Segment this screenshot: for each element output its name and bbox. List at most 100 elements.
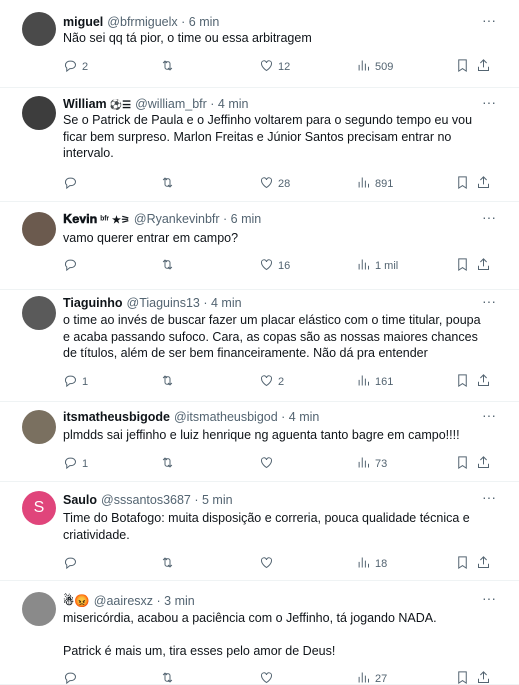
separator-dot: · (206, 97, 218, 111)
views-button[interactable]: 509 (356, 58, 393, 76)
share-button[interactable] (476, 257, 491, 275)
retweet-button[interactable] (160, 175, 179, 193)
tweet-actions: 1 2 161 (63, 373, 493, 391)
share-button[interactable] (476, 58, 491, 76)
like-button[interactable] (259, 670, 278, 685)
timestamp[interactable]: 4 min (211, 296, 242, 310)
retweet-button[interactable] (160, 257, 179, 275)
like-icon-svg (261, 457, 272, 469)
bookmark-button[interactable] (455, 175, 470, 193)
tweet-text-line: Se o Patrick de Paula e o Jeffinho volta… (63, 113, 473, 127)
retweet-button[interactable] (160, 555, 179, 573)
bookmark-button[interactable] (455, 455, 470, 473)
reply-icon-svg (64, 457, 76, 470)
retweet-button[interactable] (160, 670, 179, 685)
tweet-text: Se o Patrick de Paula e o Jeffinho volta… (63, 112, 493, 162)
share-button[interactable] (476, 670, 491, 685)
like-button[interactable] (259, 555, 278, 573)
separator-dot: · (277, 410, 289, 424)
author-handle[interactable]: @itsmatheusbigod (174, 410, 278, 424)
reply-count: 1 (82, 458, 89, 470)
avatar[interactable] (22, 12, 56, 46)
author-name[interactable]: 𝐊𝐞𝐯𝐢𝐧 (63, 212, 97, 226)
timestamp[interactable]: 6 min (231, 212, 262, 226)
retweet-button[interactable] (160, 373, 179, 391)
share-button[interactable] (476, 455, 491, 473)
avatar[interactable] (22, 212, 56, 246)
avatar[interactable] (22, 592, 56, 626)
avatar[interactable] (22, 296, 56, 330)
more-options-button[interactable]: ··· (481, 95, 497, 113)
retweet-icon-svg (162, 557, 173, 568)
views-button[interactable]: 1 mil (356, 257, 398, 275)
reply-button[interactable] (63, 175, 82, 193)
author-name[interactable]: miguel (63, 15, 103, 29)
tweet-text-line: misericórdia, acabou a paciência com o J… (63, 611, 437, 625)
avatar[interactable] (22, 410, 56, 444)
timestamp[interactable]: 4 min (289, 410, 320, 424)
timestamp[interactable]: 3 min (164, 594, 195, 608)
tweet-header: miguel @bfrmiguelx · 6 min (63, 14, 219, 30)
more-options-button[interactable]: ··· (481, 294, 497, 312)
author-name[interactable]: William (63, 97, 107, 111)
share-button[interactable] (476, 555, 491, 573)
reply-button[interactable] (63, 670, 82, 685)
like-count: 16 (278, 260, 291, 272)
views-button[interactable]: 73 (356, 455, 387, 473)
bookmark-button[interactable] (455, 555, 470, 573)
like-button[interactable] (259, 455, 278, 473)
reply-button[interactable]: 1 (63, 373, 88, 391)
share-icon (476, 58, 491, 76)
views-button[interactable]: 891 (356, 175, 393, 193)
reply-button[interactable]: 2 (63, 58, 88, 76)
author-name[interactable]: itsmatheusbigode (63, 410, 170, 424)
tweet-text-line: Time do Botafogo: muita disposição e cor… (63, 511, 470, 525)
author-handle[interactable]: @sssantos3687 (101, 493, 191, 507)
author-handle[interactable]: @Ryankevinbfr (134, 212, 220, 226)
more-options-button[interactable]: ··· (481, 591, 497, 609)
avatar[interactable] (22, 96, 56, 130)
author-handle[interactable]: @aairesxz (94, 594, 153, 608)
views-button[interactable]: 18 (356, 555, 387, 573)
bookmark-button[interactable] (455, 373, 470, 391)
views-icon (356, 175, 371, 193)
author-handle[interactable]: @william_bfr (135, 97, 207, 111)
more-options-button[interactable]: ··· (481, 13, 497, 31)
like-button[interactable]: 28 (259, 175, 290, 193)
retweet-button[interactable] (160, 455, 179, 473)
tweet-text-line: e acaba passando sufoco. Cara, as copas … (63, 329, 478, 344)
like-button[interactable]: 12 (259, 58, 290, 76)
like-button[interactable]: 16 (259, 257, 290, 275)
bookmark-icon (455, 670, 470, 685)
more-options-button[interactable]: ··· (481, 408, 497, 426)
more-options-button[interactable]: ··· (481, 210, 497, 228)
timestamp[interactable]: 5 min (202, 493, 233, 507)
bookmark-icon (455, 257, 470, 275)
more-options-button[interactable]: ··· (481, 490, 497, 508)
tweet: S Saulo @sssantos3687 · 5 min ··· Time do Bo… (0, 482, 519, 581)
timestamp[interactable]: 6 min (189, 15, 220, 29)
author-handle[interactable]: @bfrmiguelx (107, 15, 177, 29)
share-button[interactable] (476, 175, 491, 193)
author-handle[interactable]: @Tiaguins13 (127, 296, 200, 310)
timestamp[interactable]: 4 min (218, 97, 249, 111)
views-button[interactable]: 27 (356, 670, 387, 685)
reply-button[interactable] (63, 257, 82, 275)
bookmark-button[interactable] (455, 58, 470, 76)
avatar[interactable]: S (22, 491, 56, 525)
author-name[interactable]: Tiaguinho (63, 296, 123, 310)
tweet-text-line: vamo querer entrar em campo? (63, 231, 239, 245)
author-name[interactable]: ☃😡 (63, 594, 90, 608)
author-name[interactable]: Saulo (63, 493, 97, 507)
reply-button[interactable] (63, 555, 82, 573)
like-icon-svg (261, 177, 272, 189)
like-count: 28 (278, 178, 291, 190)
bookmark-icon-svg (458, 176, 467, 190)
like-button[interactable]: 2 (259, 373, 284, 391)
bookmark-button[interactable] (455, 670, 470, 685)
bookmark-button[interactable] (455, 257, 470, 275)
retweet-button[interactable] (160, 58, 179, 76)
reply-button[interactable]: 1 (63, 455, 88, 473)
views-button[interactable]: 161 (356, 373, 393, 391)
share-button[interactable] (476, 373, 491, 391)
